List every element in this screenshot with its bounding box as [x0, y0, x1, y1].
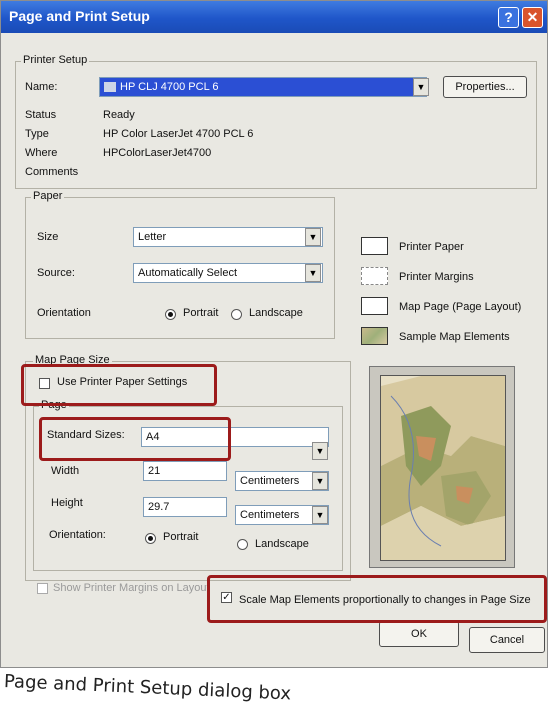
show-printer-margins-label: Show Printer Margins on Layout: [53, 582, 207, 594]
figure-caption: Page and Print Setup dialog box: [3, 671, 292, 705]
page-and-print-setup-dialog: Page and Print Setup ? ✕ Printer Setup N…: [0, 0, 548, 668]
highlight-standard-sizes: [39, 417, 231, 461]
height-units-value: Centimeters: [240, 509, 300, 521]
printer-name-select[interactable]: HP CLJ 4700 PCL 6: [99, 77, 427, 97]
legend-printer-margins: Printer Margins: [399, 271, 474, 283]
map-landscape-label: Landscape: [255, 538, 309, 550]
map-portrait-label: Portrait: [163, 531, 199, 543]
status-value: Ready: [103, 109, 135, 121]
paper-portrait-label: Portrait: [183, 307, 219, 319]
legend-map-page: Map Page (Page Layout): [399, 301, 522, 313]
name-label: Name:: [25, 81, 58, 93]
highlight-use-printer-paper: [21, 364, 217, 406]
legend-printer-paper: Printer Paper: [399, 241, 464, 253]
width-units-value: Centimeters: [240, 475, 300, 487]
where-label: Where: [25, 147, 58, 159]
legend-sample-map-elements: Sample Map Elements: [399, 331, 510, 343]
ok-button[interactable]: OK: [379, 621, 459, 647]
printer-paper-swatch: [361, 237, 388, 255]
width-units-dropdown-arrow[interactable]: ▼: [312, 472, 328, 490]
printer-icon: [104, 82, 116, 93]
paper-portrait-radio[interactable]: [165, 309, 176, 320]
paper-size-value: Letter: [138, 231, 167, 243]
paper-landscape-radio[interactable]: [231, 309, 242, 320]
map-landscape-radio[interactable]: [237, 539, 248, 550]
cancel-button[interactable]: Cancel: [469, 627, 545, 653]
source-label: Source:: [37, 267, 75, 279]
properties-button[interactable]: Properties...: [443, 76, 527, 98]
size-label: Size: [37, 231, 59, 243]
where-value: HPColorLaserJet4700: [103, 147, 212, 159]
map-page-swatch: [361, 297, 388, 315]
help-button[interactable]: ?: [498, 7, 519, 28]
preview-page: [380, 375, 506, 561]
map-portrait-radio[interactable]: [145, 533, 156, 544]
paper-source-value: Automatically Select: [138, 267, 238, 279]
map-orientation-label: Orientation:: [49, 529, 106, 541]
height-label: Height: [51, 497, 83, 509]
paper-orientation-label: Orientation: [37, 307, 91, 319]
paper-source-select[interactable]: Automatically Select: [133, 263, 323, 283]
width-input[interactable]: 21: [143, 461, 227, 481]
height-units-dropdown-arrow[interactable]: ▼: [312, 506, 328, 524]
height-value: 29.7: [148, 501, 170, 513]
width-value: 21: [148, 465, 161, 477]
paper-landscape-label: Landscape: [249, 307, 303, 319]
page-preview: [369, 366, 515, 568]
paper-size-select[interactable]: Letter: [133, 227, 323, 247]
show-printer-margins-checkbox[interactable]: [37, 583, 48, 594]
sample-map-image: [381, 376, 505, 560]
sample-map-swatch: [361, 327, 388, 345]
printer-name-value: HP CLJ 4700 PCL 6: [120, 81, 219, 93]
printer-margins-swatch: [361, 267, 388, 285]
comments-label: Comments: [25, 166, 79, 178]
title-bar: Page and Print Setup ? ✕: [1, 1, 547, 33]
type-value: HP Color LaserJet 4700 PCL 6: [103, 128, 254, 140]
type-label: Type: [25, 128, 49, 140]
standard-sizes-dropdown-arrow[interactable]: ▼: [312, 442, 328, 460]
paper-source-dropdown-arrow[interactable]: ▼: [305, 264, 321, 282]
printer-setup-title: Printer Setup: [21, 54, 90, 66]
status-label: Status: [25, 109, 57, 121]
printer-dropdown-arrow[interactable]: ▼: [413, 78, 429, 96]
dialog-title: Page and Print Setup: [9, 8, 150, 24]
close-button[interactable]: ✕: [522, 7, 543, 28]
highlight-scale-map-elements: [207, 575, 547, 623]
height-input[interactable]: 29.7: [143, 497, 227, 517]
paper-title: Paper: [31, 190, 65, 202]
width-label: Width: [51, 465, 80, 477]
paper-size-dropdown-arrow[interactable]: ▼: [305, 228, 321, 246]
